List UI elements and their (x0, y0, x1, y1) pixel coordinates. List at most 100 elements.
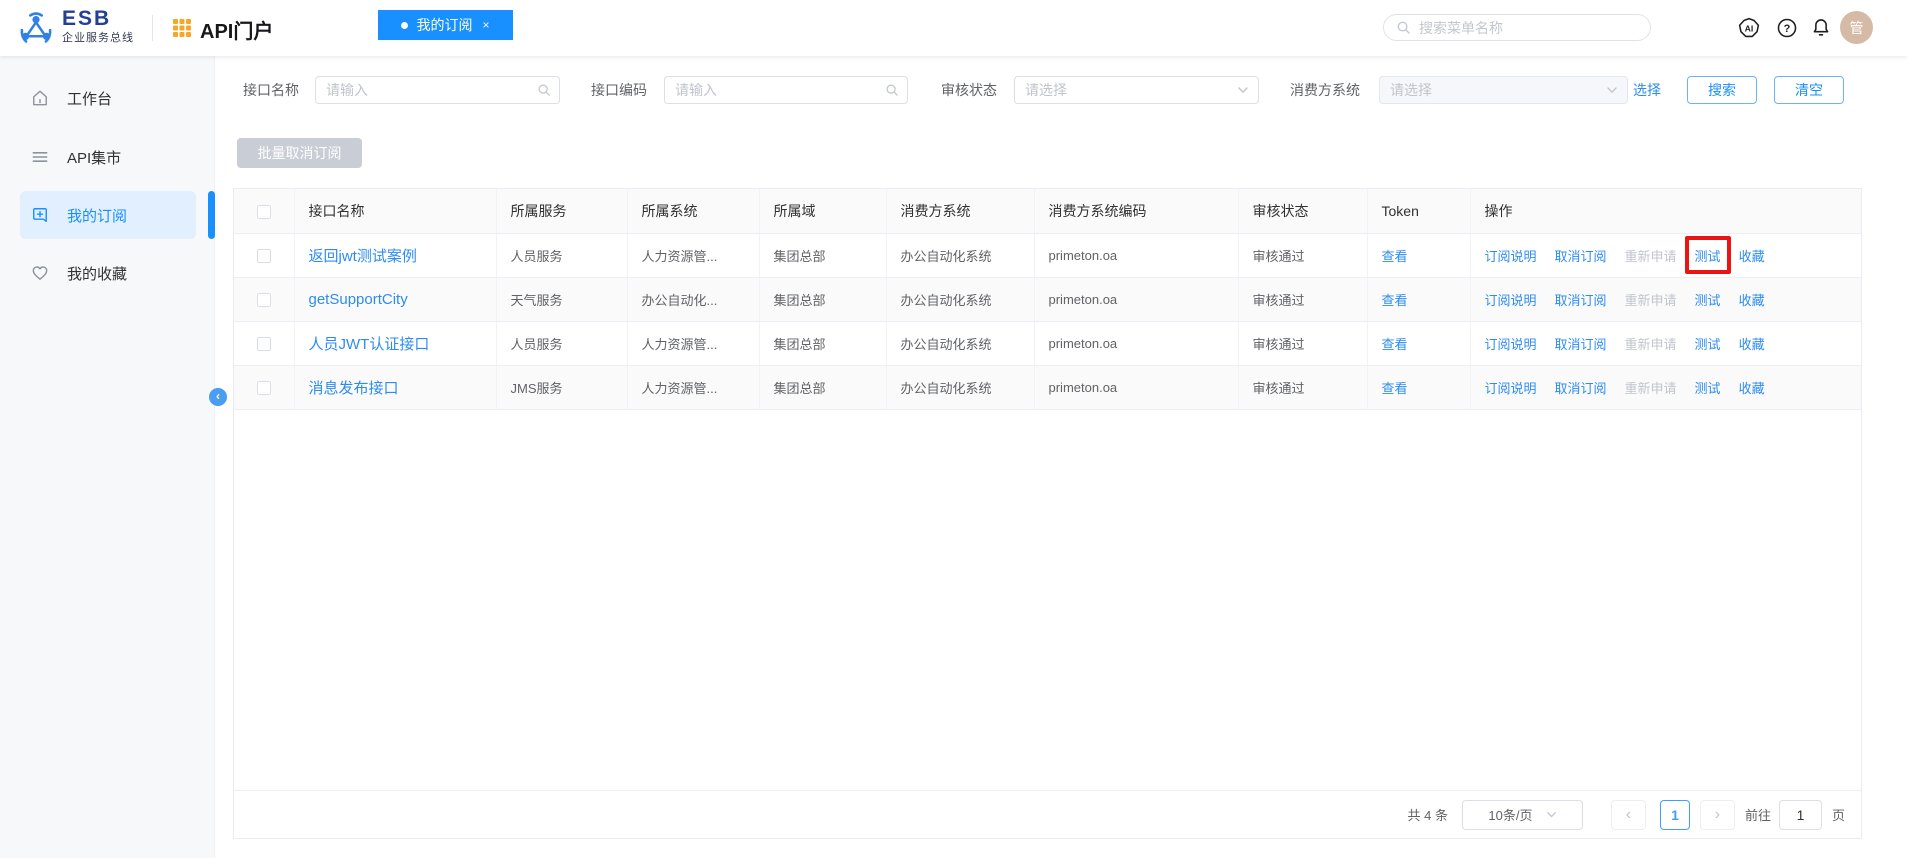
row-checkbox[interactable] (256, 336, 271, 351)
menu-search-input[interactable] (1417, 18, 1646, 37)
svg-text:AI: AI (1745, 23, 1754, 33)
prev-page-button[interactable]: ‹ (1610, 799, 1646, 830)
table-row: 消息发布接口 JMS服务 人力资源管... 集团总部 办公自动化系统 primeton.o… (234, 365, 1861, 410)
action-test-link[interactable]: 测试 (1684, 235, 1731, 274)
sidebar-item-label: 我的订阅 (67, 207, 128, 225)
table-row: 返回jwt测试案例 人员服务 人力资源管... 集团总部 办公自动化系统 primeton… (234, 233, 1861, 278)
sidebar-item-api-market[interactable]: API集市 (20, 133, 196, 181)
interface-name-field (315, 76, 560, 104)
column-header-4: 消费方系统 (886, 189, 1035, 234)
search-button[interactable]: 搜索 (1687, 76, 1757, 104)
tab-close-icon[interactable]: × (482, 18, 489, 32)
main-content: 接口名称 接口编码 审核状态 请选择 消费方系统 请选择 选择 搜索 清空 批量… (215, 56, 1908, 858)
menu-search-box[interactable] (1383, 14, 1651, 41)
audit-status-placeholder: 请选择 (1025, 82, 1067, 98)
consumer-system-cell: 办公自动化系统 (886, 277, 1035, 322)
action-test-link[interactable]: 测试 (1695, 334, 1721, 353)
notification-bell-icon[interactable] (1810, 17, 1832, 39)
column-header-0: 接口名称 (294, 189, 497, 234)
help-icon[interactable]: ? (1776, 17, 1798, 39)
action-favorite-link[interactable]: 收藏 (1739, 290, 1765, 309)
row-checkbox[interactable] (256, 248, 271, 263)
tab-active-dot (401, 21, 409, 29)
token-view-link[interactable]: 查看 (1382, 249, 1408, 264)
chevron-down-icon (1546, 812, 1556, 818)
user-avatar[interactable]: 管 (1840, 11, 1873, 44)
action-test-link[interactable]: 测试 (1695, 290, 1721, 309)
service-cell: 天气服务 (496, 277, 628, 322)
system-cell: 人力资源管... (627, 233, 760, 278)
action-unsubscribe-link[interactable]: 取消订阅 (1555, 378, 1607, 397)
actions-cell: 订阅说明 取消订阅 重新申请 测试 收藏 (1470, 233, 1861, 278)
interface-name-input[interactable] (315, 76, 560, 104)
action-favorite-link[interactable]: 收藏 (1739, 246, 1765, 265)
column-header-6: 审核状态 (1238, 189, 1368, 234)
ai-assistant-icon[interactable]: AI (1738, 17, 1760, 39)
audit-status-select[interactable]: 请选择 (1014, 76, 1259, 104)
actions-cell: 订阅说明 取消订阅 重新申请 测试 收藏 (1470, 277, 1861, 322)
sidebar-collapse-button[interactable]: ‹ (209, 388, 227, 406)
token-cell: 查看 (1367, 233, 1471, 278)
token-cell: 查看 (1367, 321, 1471, 366)
action-favorite-link[interactable]: 收藏 (1739, 378, 1765, 397)
service-cell: 人员服务 (496, 321, 628, 366)
brand-name: ESB (62, 7, 112, 30)
clear-button[interactable]: 清空 (1774, 76, 1844, 104)
consumer-system-select-link[interactable]: 选择 (1633, 76, 1661, 104)
row-checkbox[interactable] (256, 292, 271, 307)
interface-name-link[interactable]: 人员JWT认证接口 (309, 336, 430, 353)
action-subscription-info-link[interactable]: 订阅说明 (1485, 246, 1537, 265)
pagination-total: 共 4 条 (1407, 808, 1448, 823)
action-unsubscribe-link[interactable]: 取消订阅 (1555, 334, 1607, 353)
column-header-7: Token (1367, 189, 1471, 234)
apps-grid-icon[interactable] (172, 18, 192, 38)
action-unsubscribe-link[interactable]: 取消订阅 (1555, 246, 1607, 265)
audit-status-cell: 审核通过 (1238, 321, 1368, 366)
page-unit-label: 页 (1831, 808, 1845, 823)
system-cell: 人力资源管... (627, 321, 760, 366)
token-view-link[interactable]: 查看 (1382, 337, 1408, 352)
filter-label-consumer-system: 消费方系统 (1290, 82, 1360, 98)
domain-cell: 集团总部 (759, 277, 887, 322)
interface-name-link[interactable]: 消息发布接口 (309, 380, 399, 397)
sidebar-item-label: 工作台 (67, 90, 113, 108)
column-header-2: 所属系统 (627, 189, 760, 234)
sidebar-item-workbench[interactable]: 工作台 (20, 74, 196, 122)
goto-page-input[interactable] (1778, 799, 1822, 830)
row-checkbox-cell (234, 233, 295, 278)
bookmark-plus-icon (30, 205, 50, 225)
action-subscription-info-link[interactable]: 订阅说明 (1485, 378, 1537, 397)
row-checkbox[interactable] (256, 380, 271, 395)
chevron-down-icon (1238, 87, 1248, 93)
interface-name-link[interactable]: getSupportCity (309, 291, 408, 308)
system-cell: 人力资源管... (627, 365, 760, 410)
audit-status-cell: 审核通过 (1238, 277, 1368, 322)
system-cell: 办公自动化... (627, 277, 760, 322)
action-unsubscribe-link[interactable]: 取消订阅 (1555, 290, 1607, 309)
token-view-link[interactable]: 查看 (1382, 381, 1408, 396)
action-test-link[interactable]: 测试 (1695, 378, 1721, 397)
sidebar-item-my-subscriptions[interactable]: 我的订阅 (20, 191, 196, 239)
home-icon (30, 88, 50, 108)
page-size-select[interactable]: 10条/页 (1461, 799, 1583, 830)
tab-my-subscriptions[interactable]: 我的订阅 × (378, 10, 513, 40)
interface-name-link[interactable]: 返回jwt测试案例 (309, 248, 417, 265)
tab-label: 我的订阅 (416, 17, 473, 33)
page-size-value: 10条/页 (1488, 808, 1533, 823)
select-all-checkbox[interactable] (256, 204, 271, 219)
actions-cell: 订阅说明 取消订阅 重新申请 测试 收藏 (1470, 321, 1861, 366)
brand-text: ESB 企业服务总线 (62, 8, 134, 44)
action-favorite-link[interactable]: 收藏 (1739, 334, 1765, 353)
column-header-1: 所属服务 (496, 189, 628, 234)
token-view-link[interactable]: 查看 (1382, 293, 1408, 308)
action-subscription-info-link[interactable]: 订阅说明 (1485, 334, 1537, 353)
next-page-button[interactable]: › (1699, 799, 1735, 830)
current-page-button[interactable]: 1 (1659, 799, 1690, 830)
action-subscription-info-link[interactable]: 订阅说明 (1485, 290, 1537, 309)
interface-code-input[interactable] (664, 76, 908, 104)
batch-unsubscribe-button[interactable]: 批量取消订阅 (237, 138, 362, 168)
consumer-system-cell: 办公自动化系统 (886, 233, 1035, 278)
menu-icon (30, 147, 50, 167)
sidebar-item-my-favorites[interactable]: 我的收藏 (20, 249, 196, 297)
interface-name-cell: 消息发布接口 (294, 365, 497, 410)
